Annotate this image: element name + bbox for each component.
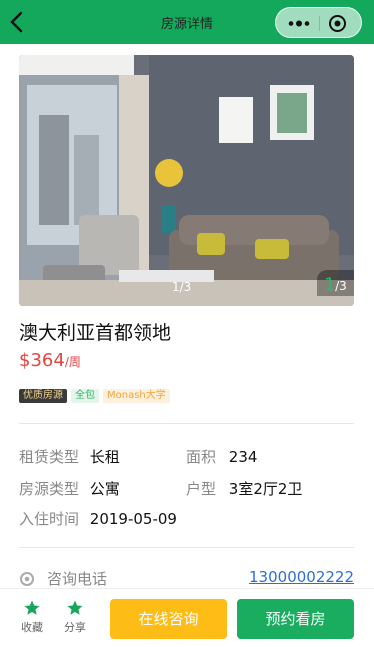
divider <box>19 547 354 548</box>
rent-type-value: 长租 <box>89 448 120 466</box>
layout-value: 3室2厅2卫 <box>228 480 303 498</box>
layout-label: 户型 <box>186 480 217 498</box>
price-unit: /周 <box>64 355 81 369</box>
nav-bar: 房源详情 <box>0 0 374 44</box>
gallery-counter-center: 1/3 <box>172 280 192 294</box>
area-row: 面积 234 <box>186 446 257 467</box>
move-in-value: 2019-05-09 <box>89 510 177 528</box>
house-title: 澳大利亚首都领地 <box>19 322 172 344</box>
collect-label: 收藏 <box>21 621 43 634</box>
area-label: 面积 <box>186 448 217 466</box>
layout-row: 户型 3室2厅2卫 <box>186 478 302 499</box>
tag-list: 优质房源 全包 Monash大学 <box>19 389 170 403</box>
share-label: 分享 <box>64 621 86 634</box>
online-consult-button[interactable]: 在线咨询 <box>110 599 227 639</box>
house-type-value: 公寓 <box>89 480 120 498</box>
house-price: $364/周 <box>19 350 81 371</box>
gallery-total: /3 <box>335 279 347 293</box>
tag-university: Monash大学 <box>103 389 170 403</box>
star-icon <box>24 600 40 615</box>
star-icon <box>67 600 83 615</box>
move-in-label: 入住时间 <box>19 510 80 528</box>
house-type-label: 房源类型 <box>19 480 80 498</box>
mini-program-capsule <box>275 7 362 38</box>
move-in-row: 入住时间 2019-05-09 <box>19 508 177 529</box>
bottom-action-bar: 收藏 分享 在线咨询 预约看房 <box>0 588 374 647</box>
house-photo[interactable] <box>19 55 354 306</box>
tag-all-inclusive: 全包 <box>71 389 99 403</box>
area-value: 234 <box>228 448 258 466</box>
gallery-current: 1 <box>324 275 336 295</box>
phone-icon <box>19 571 35 587</box>
house-type-row: 房源类型 公寓 <box>19 478 120 499</box>
share-button[interactable]: 分享 <box>60 599 90 635</box>
capsule-divider <box>319 16 320 31</box>
close-circle-icon[interactable] <box>328 14 347 33</box>
contact-row: 咨询电话 13000002222 <box>19 568 354 590</box>
book-viewing-button[interactable]: 预约看房 <box>237 599 354 639</box>
price-value: $364 <box>19 350 65 371</box>
divider <box>19 423 354 424</box>
collect-button[interactable]: 收藏 <box>17 599 47 635</box>
contact-label: 咨询电话 <box>47 570 108 588</box>
more-dots-icon[interactable] <box>284 16 314 31</box>
rent-type-label: 租赁类型 <box>19 448 80 466</box>
tag-quality: 优质房源 <box>19 389 67 403</box>
contact-phone-link[interactable]: 13000002222 <box>249 568 354 586</box>
rent-type-row: 租赁类型 长租 <box>19 446 120 467</box>
gallery-counter-badge: 1/3 <box>317 270 354 296</box>
